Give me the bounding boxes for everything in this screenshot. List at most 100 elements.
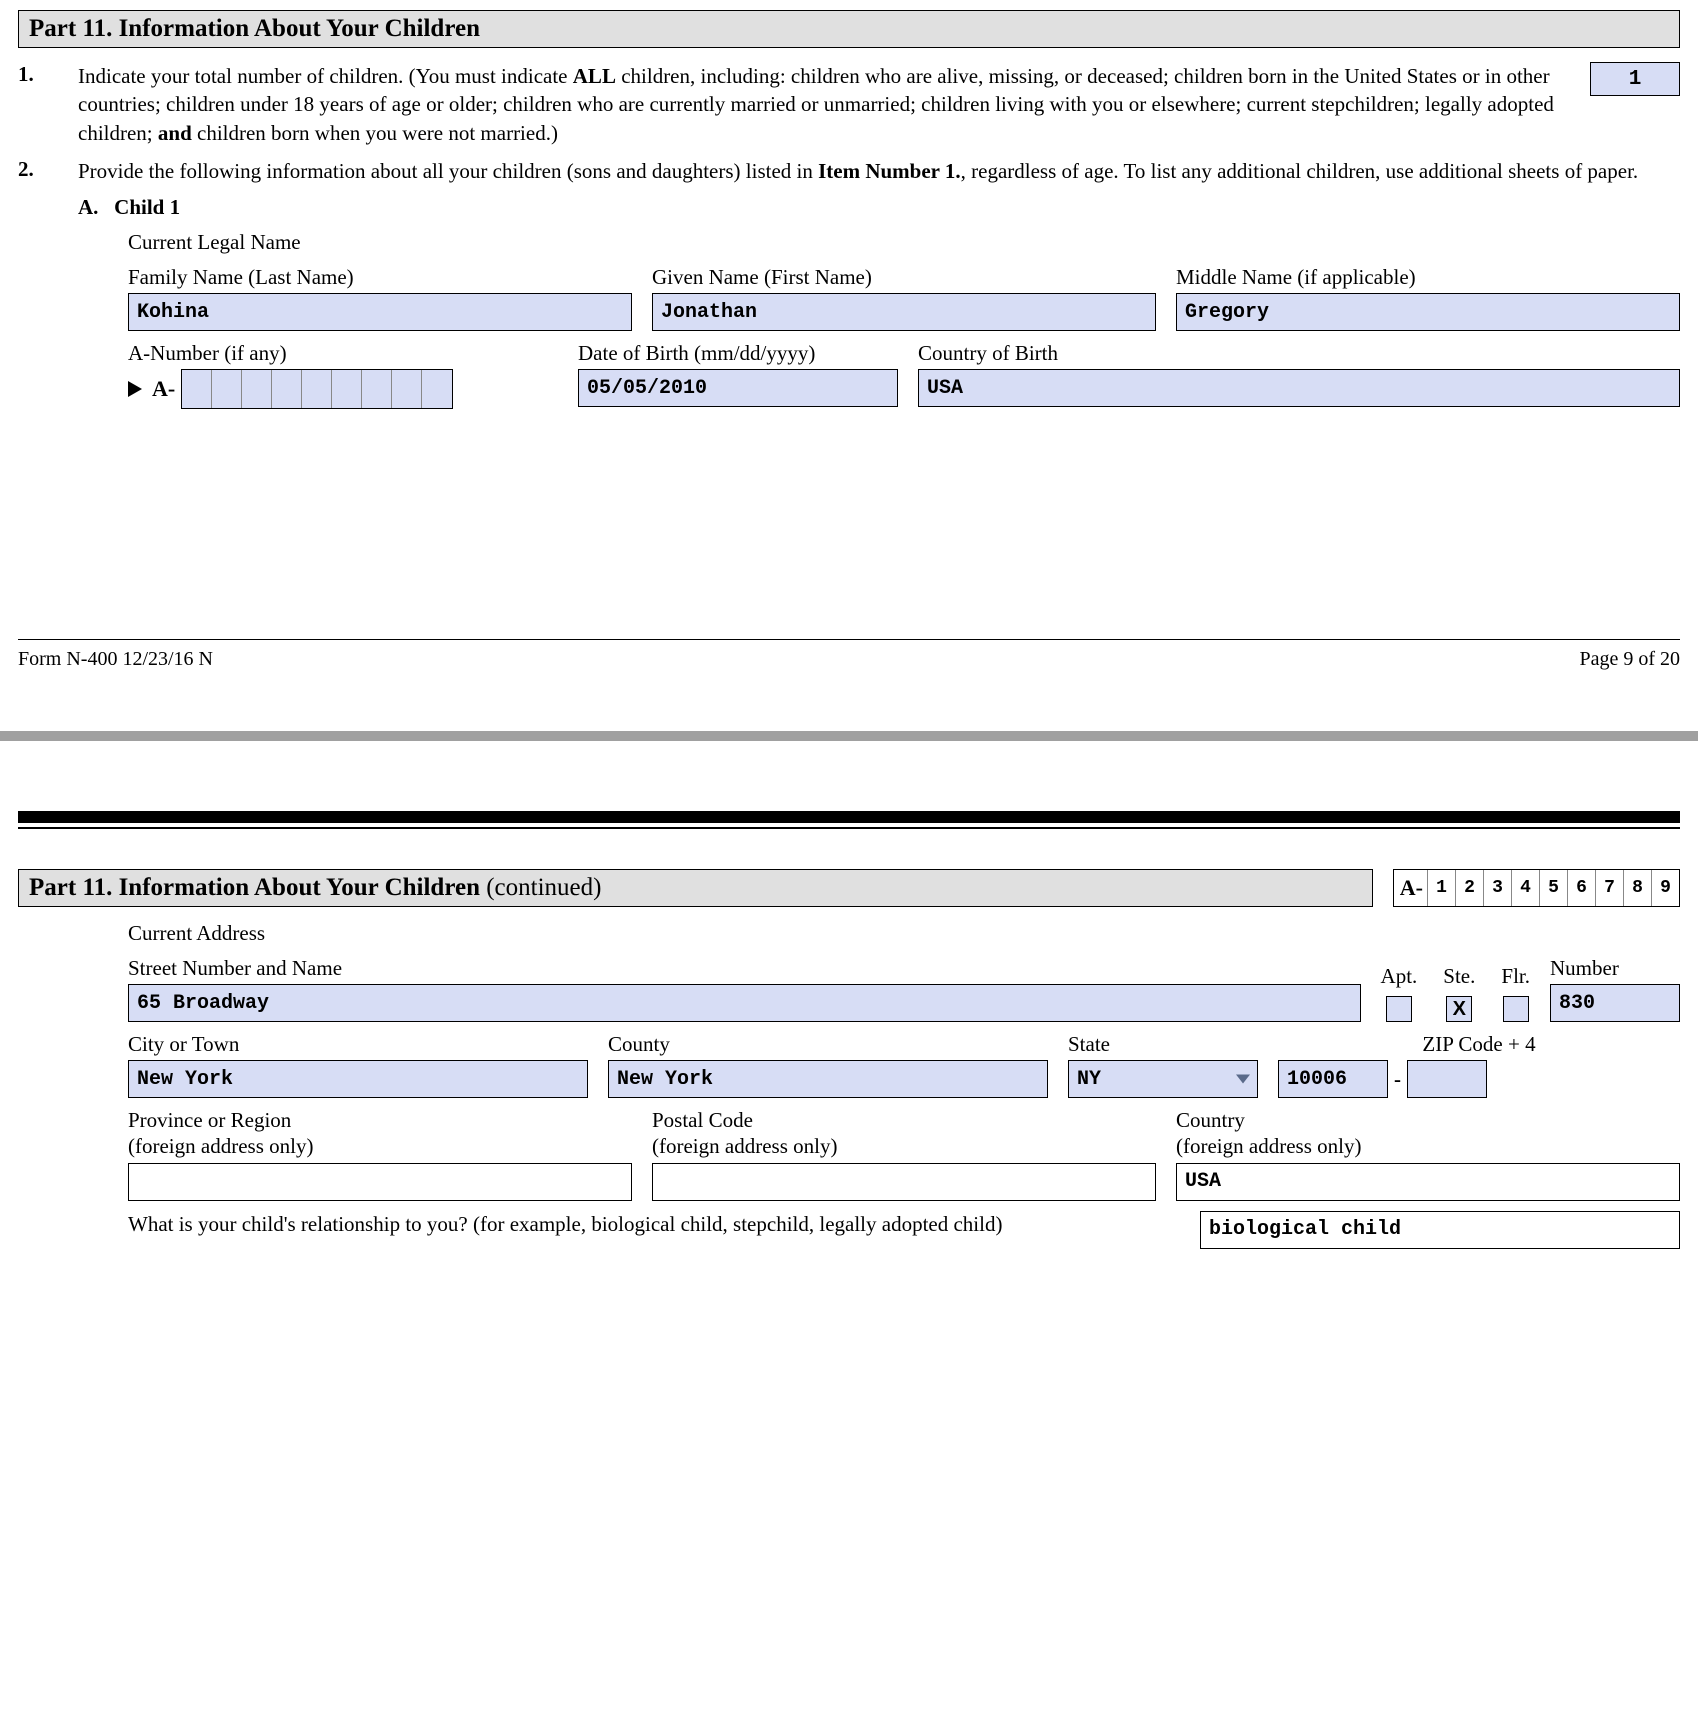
top-rule-1: [18, 811, 1680, 823]
anumber-cell-2[interactable]: [212, 370, 242, 408]
unit-number-label: Number: [1550, 956, 1680, 981]
q1-all: ALL: [573, 64, 616, 88]
zip-dash: -: [1394, 1067, 1401, 1092]
q2-text: Provide the following information about …: [78, 157, 1680, 185]
total-children-field[interactable]: 1: [1590, 62, 1680, 96]
q1-number: 1.: [18, 62, 78, 87]
a-header-prefix: A-: [1394, 875, 1427, 901]
q2-pre: Provide the following information about …: [78, 159, 818, 183]
legal-name-label: Current Legal Name: [18, 230, 1680, 255]
anumber-cell-1[interactable]: [182, 370, 212, 408]
street-row: Street Number and Name 65 Broadway Apt. …: [18, 956, 1680, 1022]
question-2-row: 2. Provide the following information abo…: [18, 157, 1680, 185]
child-letter: A.: [78, 195, 98, 219]
q2-number: 2.: [18, 157, 78, 182]
province-label-2: (foreign address only): [128, 1134, 632, 1159]
middle-name-label: Middle Name (if applicable): [1176, 265, 1680, 290]
anumber-cell-4[interactable]: [272, 370, 302, 408]
apt-label: Apt.: [1381, 964, 1418, 989]
country-field[interactable]: USA: [1176, 1163, 1680, 1201]
zip4-field[interactable]: [1407, 1060, 1487, 1098]
a-header-d2[interactable]: 2: [1455, 870, 1483, 906]
child-a-heading: A. Child 1: [18, 195, 1680, 220]
zip-field[interactable]: 10006: [1278, 1060, 1388, 1098]
cob-label: Country of Birth: [918, 341, 1680, 366]
page-break: [0, 731, 1698, 741]
anumber-cell-9[interactable]: [422, 370, 452, 408]
relationship-field[interactable]: biological child: [1200, 1211, 1680, 1249]
family-name-label: Family Name (Last Name): [128, 265, 632, 290]
a-header-d4[interactable]: 4: [1511, 870, 1539, 906]
q1-post: children born when you were not married.…: [192, 121, 558, 145]
form-id-footer: Form N-400 12/23/16 N: [18, 648, 213, 671]
anumber-label: A-Number (if any): [128, 341, 558, 366]
triangle-icon: [128, 381, 142, 397]
relationship-row: What is your child's relationship to you…: [18, 1211, 1680, 1249]
child-title: Child 1: [114, 195, 180, 219]
family-name-field[interactable]: Kohina: [128, 293, 632, 331]
state-select[interactable]: NY: [1068, 1060, 1258, 1098]
q1-and: and: [158, 121, 192, 145]
ste-checkbox[interactable]: X: [1446, 996, 1472, 1022]
header-row-2: Part 11. Information About Your Children…: [18, 869, 1680, 907]
country-label-1: Country: [1176, 1108, 1680, 1133]
page-number-footer: Page 9 of 20: [1579, 648, 1680, 671]
street-field[interactable]: 65 Broadway: [128, 984, 1361, 1022]
state-label: State: [1068, 1032, 1258, 1057]
apt-checkbox[interactable]: [1386, 996, 1412, 1022]
current-address-label: Current Address: [18, 921, 1680, 946]
city-row: City or Town New York County New York St…: [18, 1032, 1680, 1098]
unit-type-group: Apt. Ste. X Flr.: [1381, 964, 1530, 1022]
anumber-cell-6[interactable]: [332, 370, 362, 408]
anumber-field-group: A-: [128, 369, 558, 409]
province-field[interactable]: [128, 1163, 632, 1201]
city-field[interactable]: New York: [128, 1060, 588, 1098]
part-title: Part 11. Information About Your Children: [29, 15, 480, 42]
q1-text: Indicate your total number of children. …: [78, 62, 1560, 147]
anumber-cell-3[interactable]: [242, 370, 272, 408]
dob-field[interactable]: 05/05/2010: [578, 369, 898, 407]
ste-label: Ste.: [1443, 964, 1475, 989]
q2-bold: Item Number 1.: [818, 159, 961, 183]
postal-field[interactable]: [652, 1163, 1156, 1201]
county-field[interactable]: New York: [608, 1060, 1048, 1098]
anumber-cell-5[interactable]: [302, 370, 332, 408]
a-header-d9[interactable]: 9: [1651, 870, 1679, 906]
given-name-field[interactable]: Jonathan: [652, 293, 1156, 331]
anumber-dob-row: A-Number (if any) A- Date of Birth (: [18, 341, 1680, 409]
country-label-2: (foreign address only): [1176, 1134, 1680, 1159]
part-continued: (continued): [480, 874, 601, 901]
middle-name-field[interactable]: Gregory: [1176, 293, 1680, 331]
part-title-2: Part 11. Information About Your Children: [29, 874, 480, 901]
unit-number-field[interactable]: 830: [1550, 984, 1680, 1022]
anumber-cell-7[interactable]: [362, 370, 392, 408]
postal-label-1: Postal Code: [652, 1108, 1156, 1133]
province-label: Province or Region (foreign address only…: [128, 1108, 632, 1158]
part-11-header: Part 11. Information About Your Children: [18, 10, 1680, 48]
a-header-d5[interactable]: 5: [1539, 870, 1567, 906]
a-header-d6[interactable]: 6: [1567, 870, 1595, 906]
a-number-header: A- 1 2 3 4 5 6 7 8 9: [1393, 869, 1680, 907]
postal-label-2: (foreign address only): [652, 1134, 1156, 1159]
a-header-d7[interactable]: 7: [1595, 870, 1623, 906]
postal-label: Postal Code (foreign address only): [652, 1108, 1156, 1158]
country-label: Country (foreign address only): [1176, 1108, 1680, 1158]
top-rule-2: [18, 827, 1680, 829]
given-name-label: Given Name (First Name): [652, 265, 1156, 290]
zip-label: ZIP Code + 4: [1278, 1032, 1680, 1057]
flr-checkbox[interactable]: [1503, 996, 1529, 1022]
city-label: City or Town: [128, 1032, 588, 1057]
footer-separator: [18, 639, 1680, 640]
q1-pre: Indicate your total number of children. …: [78, 64, 573, 88]
county-label: County: [608, 1032, 1048, 1057]
anumber-prefix: A-: [152, 376, 175, 402]
cob-field[interactable]: USA: [918, 369, 1680, 407]
province-label-1: Province or Region: [128, 1108, 632, 1133]
page-footer: Form N-400 12/23/16 N Page 9 of 20: [18, 648, 1680, 681]
a-header-d3[interactable]: 3: [1483, 870, 1511, 906]
a-header-d8[interactable]: 8: [1623, 870, 1651, 906]
anumber-cell-8[interactable]: [392, 370, 422, 408]
dob-label: Date of Birth (mm/dd/yyyy): [578, 341, 898, 366]
a-header-d1[interactable]: 1: [1427, 870, 1455, 906]
flr-label: Flr.: [1501, 964, 1530, 989]
